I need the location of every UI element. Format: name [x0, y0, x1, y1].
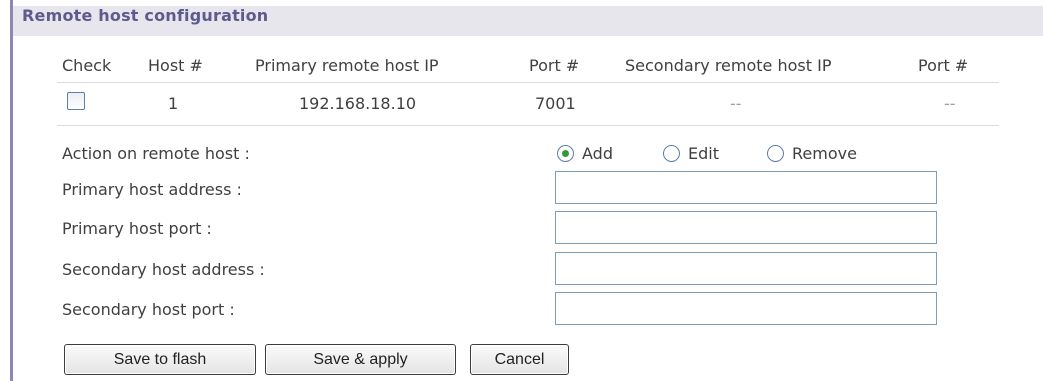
column-header-primary-port: Port # [529, 56, 580, 75]
left-border-rule [10, 0, 13, 381]
action-edit-option[interactable]: Edit [663, 142, 719, 164]
primary-port-label: Primary host port : [62, 219, 212, 238]
radio-edit[interactable] [663, 144, 680, 162]
action-label: Action on remote host : [62, 144, 250, 163]
secondary-ip-cell: -- [730, 94, 742, 113]
cancel-button[interactable]: Cancel [470, 344, 569, 375]
section-title: Remote host configuration [22, 6, 269, 25]
primary-address-field[interactable] [555, 171, 937, 204]
column-header-secondary-port: Port # [918, 56, 969, 75]
save-to-flash-button[interactable]: Save to flash [64, 344, 256, 375]
primary-address-label: Primary host address : [62, 180, 242, 199]
header-divider [57, 82, 999, 83]
action-remove-option[interactable]: Remove [767, 142, 857, 164]
column-header-primary-ip: Primary remote host IP [255, 56, 439, 75]
primary-port-cell: 7001 [535, 94, 576, 113]
secondary-port-label: Secondary host port : [62, 300, 235, 319]
primary-ip-cell: 192.168.18.10 [299, 94, 417, 113]
column-header-secondary-ip: Secondary remote host IP [625, 56, 832, 75]
save-and-apply-button[interactable]: Save & apply [265, 344, 456, 375]
host-number-cell: 1 [168, 94, 179, 113]
column-header-host: Host # [148, 56, 203, 75]
radio-edit-label: Edit [688, 143, 719, 163]
row-select-checkbox[interactable] [67, 92, 85, 110]
column-header-check: Check [62, 56, 112, 75]
primary-port-field[interactable] [555, 211, 937, 244]
row-divider [57, 125, 999, 126]
secondary-port-cell: -- [944, 94, 956, 113]
secondary-port-field[interactable] [555, 292, 937, 325]
action-add-option[interactable]: Add [557, 142, 613, 164]
radio-add-label: Add [582, 143, 613, 163]
radio-add-selected[interactable] [557, 144, 574, 162]
secondary-address-label: Secondary host address : [62, 260, 265, 279]
radio-remove-label: Remove [792, 143, 857, 163]
radio-remove[interactable] [767, 144, 784, 162]
secondary-address-field[interactable] [555, 252, 937, 285]
